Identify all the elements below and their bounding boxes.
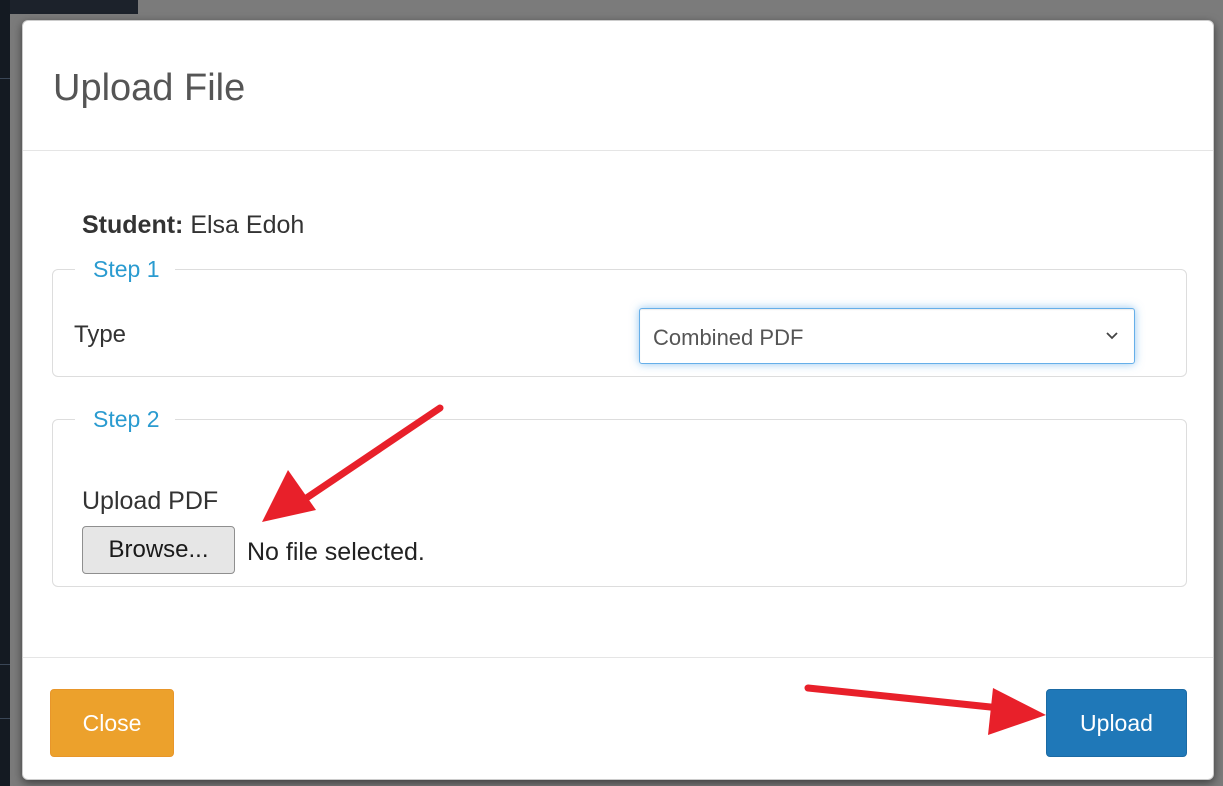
backdrop-divider — [0, 664, 10, 665]
chevron-down-icon — [1106, 332, 1118, 340]
upload-pdf-label: Upload PDF — [82, 487, 219, 515]
step-1-legend: Step 1 — [93, 256, 160, 282]
upload-button[interactable]: Upload — [1046, 689, 1187, 757]
browse-button[interactable]: Browse... — [82, 526, 235, 574]
student-name: Elsa Edoh — [190, 211, 305, 239]
page-backdrop-edge — [0, 0, 10, 786]
file-status-text: No file selected. — [247, 538, 425, 566]
student-info: Student: Elsa Edoh — [82, 211, 304, 240]
type-select[interactable]: Combined PDF — [639, 308, 1135, 364]
step-2-legend: Step 2 — [93, 406, 160, 432]
type-select-value: Combined PDF — [653, 325, 804, 350]
page-backdrop-strip — [10, 0, 138, 14]
modal-header: Upload File — [23, 21, 1213, 151]
upload-file-modal: Upload File Student: Elsa Edoh Step 1 Ty… — [22, 20, 1214, 780]
backdrop-divider — [0, 718, 10, 719]
close-button[interactable]: Close — [50, 689, 174, 757]
type-label: Type — [74, 321, 127, 348]
backdrop-divider — [0, 78, 10, 79]
student-label: Student: — [82, 211, 184, 239]
modal-footer-divider — [23, 657, 1213, 658]
modal-title: Upload File — [53, 67, 246, 109]
